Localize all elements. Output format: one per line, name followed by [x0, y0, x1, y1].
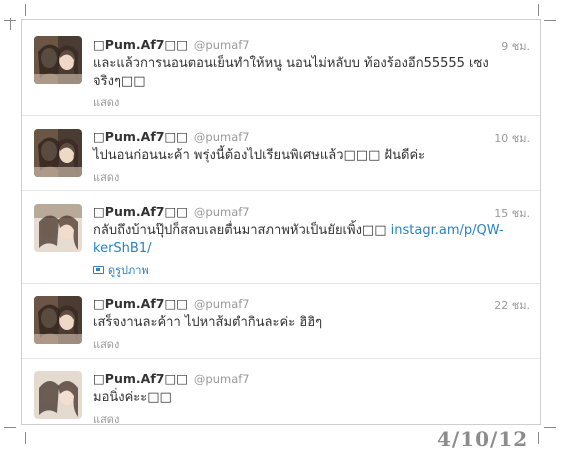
view-photo-link[interactable]: ดูรูปภาพ: [93, 261, 149, 279]
tweet-fullname[interactable]: □Pum.Af7□□: [93, 204, 188, 219]
date-stamp: 4/10/12: [437, 427, 529, 451]
tweet-header: □Pum.Af7□□ @pumaf7: [93, 371, 250, 388]
tweet-username[interactable]: @pumaf7: [194, 205, 250, 219]
avatar[interactable]: [34, 36, 82, 84]
tweet-text: กลับถึงบ้านปุ๊ปก็สลบเลยตื่นมาสภาพหัวเป็น…: [93, 222, 533, 258]
tweet-header: □Pum.Af7□□ @pumaf7: [93, 204, 250, 221]
tweet-item[interactable]: □Pum.Af7□□ @pumaf7 มอนิ่งค่ะะ□□ แสดง: [22, 359, 540, 426]
view-photo-label[interactable]: ดูรูปภาพ: [108, 261, 149, 279]
avatar[interactable]: [34, 204, 82, 252]
tweet-header: □Pum.Af7□□ @pumaf7: [93, 37, 250, 54]
tweet-username[interactable]: @pumaf7: [194, 130, 250, 144]
tweet-fullname[interactable]: □Pum.Af7□□: [93, 296, 188, 311]
tweet-item[interactable]: □Pum.Af7□□ @pumaf7 15 ชม. กลับถึงบ้านปุ๊…: [22, 191, 540, 284]
crop-mark: [538, 4, 539, 16]
tweet-expand-link[interactable]: แสดง: [93, 410, 119, 428]
tweet-timestamp[interactable]: 22 ชม.: [494, 296, 530, 314]
tweet-item[interactable]: □Pum.Af7□□ @pumaf7 22 ชม. เสร็จงานละค้าา…: [22, 284, 540, 359]
crop-mark: [538, 432, 539, 444]
tweet-header: □Pum.Af7□□ @pumaf7: [93, 129, 250, 146]
tweet-item[interactable]: □Pum.Af7□□ @pumaf7 9 ชม. และแล้วการนอนตอ…: [22, 20, 540, 116]
crop-mark: [4, 20, 16, 21]
tweet-username[interactable]: @pumaf7: [194, 38, 250, 52]
crop-mark: [4, 427, 16, 428]
tweet-fullname[interactable]: □Pum.Af7□□: [93, 37, 188, 52]
tweet-item[interactable]: □Pum.Af7□□ @pumaf7 10 ชม. ไปนอนก่อนนะค้า…: [22, 116, 540, 191]
crop-mark: [25, 4, 26, 16]
avatar[interactable]: [34, 296, 82, 344]
tweet-timestamp[interactable]: 15 ชม.: [494, 204, 530, 222]
tweet-timestamp[interactable]: 9 ชม.: [501, 37, 530, 55]
avatar[interactable]: [34, 371, 82, 419]
photo-icon: [93, 266, 104, 274]
crop-mark: [544, 427, 556, 428]
avatar[interactable]: [34, 129, 82, 177]
tweet-feed: □Pum.Af7□□ @pumaf7 9 ชม. และแล้วการนอนตอ…: [21, 19, 541, 426]
tweet-expand-link[interactable]: แสดง: [93, 93, 119, 111]
tweet-fullname[interactable]: □Pum.Af7□□: [93, 129, 188, 144]
crop-mark: [544, 20, 556, 21]
tweet-fullname[interactable]: □Pum.Af7□□: [93, 371, 188, 386]
tweet-text: เสร็จงานละค้าา ไปหาส้มตำกินละค่ะ ฮิฮิๆ: [93, 315, 323, 330]
tweet-expand-link[interactable]: แสดง: [93, 168, 119, 186]
tweet-text: ไปนอนก่อนนะค้า พรุ่งนี้ต้องไปเรียนพิเศษแ…: [93, 148, 426, 163]
tweet-timestamp[interactable]: 10 ชม.: [494, 129, 530, 147]
tweet-text: และแล้วการนอนตอนเย็นทำให้หนู นอนไม่หลับบ…: [93, 56, 489, 89]
tweet-username[interactable]: @pumaf7: [194, 297, 250, 311]
tweet-text: มอนิ่งค่ะะ□□: [93, 390, 172, 405]
tweet-expand-link[interactable]: แสดง: [93, 335, 119, 353]
tweet-username[interactable]: @pumaf7: [194, 372, 250, 386]
tweet-text-body: กลับถึงบ้านปุ๊ปก็สลบเลยตื่นมาสภาพหัวเป็น…: [93, 223, 391, 238]
tweet-header: □Pum.Af7□□ @pumaf7: [93, 296, 250, 313]
crop-mark: [25, 432, 26, 444]
